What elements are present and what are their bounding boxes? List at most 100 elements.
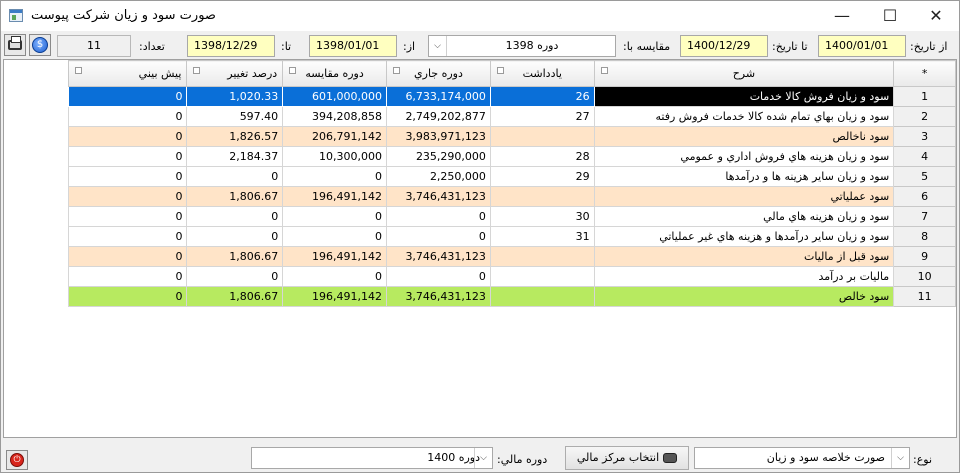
- exit-button[interactable]: ⏻: [6, 450, 28, 470]
- column-header-forecast[interactable]: پيش بيني: [67, 60, 188, 87]
- cell-forecast[interactable]: 0: [67, 86, 188, 107]
- table-row[interactable]: 0 1,826.57 206,791,142 3,983,971,123 سود ناخ…: [67, 126, 956, 147]
- table-row[interactable]: 0 597.40 394,208,858 2,749,202,877 27 سود و ز…: [67, 106, 956, 127]
- cell-change[interactable]: 0: [186, 206, 284, 227]
- cell-compare[interactable]: 601,000,000: [282, 86, 388, 107]
- row-number[interactable]: 3: [893, 126, 956, 147]
- cell-compare[interactable]: 394,208,858: [282, 106, 388, 127]
- cell-forecast[interactable]: 0: [67, 166, 188, 187]
- chevron-down-icon[interactable]: ⌵: [474, 448, 492, 468]
- column-header-change[interactable]: درصد تغيير: [186, 60, 284, 87]
- cell-desc[interactable]: سود ناخالص: [593, 126, 895, 147]
- row-number[interactable]: 5: [893, 166, 956, 187]
- cell-current[interactable]: 2,250,000: [386, 166, 491, 187]
- cell-forecast[interactable]: 0: [67, 286, 188, 307]
- table-row[interactable]: 0 1,806.67 196,491,142 3,746,431,123 سود قبل…: [67, 246, 956, 267]
- table-row[interactable]: 0 0 0 0 ماليات بر درآمد 10: [67, 266, 956, 287]
- cell-change[interactable]: 0: [186, 226, 284, 247]
- cell-change[interactable]: 1,826.57: [186, 126, 284, 147]
- cell-current[interactable]: 2,749,202,877: [386, 106, 491, 127]
- row-number[interactable]: 2: [893, 106, 956, 127]
- row-number[interactable]: 10: [893, 266, 956, 287]
- cell-note[interactable]: [489, 266, 595, 287]
- row-number[interactable]: 8: [893, 226, 956, 247]
- column-checkbox[interactable]: [289, 67, 297, 74]
- cell-note[interactable]: 27: [489, 106, 595, 127]
- table-row[interactable]: 0 0 0 0 31 سود و زيان ساير درآمدها و هزينه ها…: [67, 226, 956, 247]
- report-type-select[interactable]: صورت خلاصه سود و زيان ⌵: [694, 447, 910, 469]
- cell-desc[interactable]: سود عملياتي: [593, 186, 895, 207]
- cell-compare[interactable]: 0: [282, 266, 388, 287]
- cell-desc[interactable]: سود و زيان ساير درآمدها و هزينه هاي غير …: [593, 226, 895, 247]
- cell-compare[interactable]: 0: [282, 166, 388, 187]
- cell-change[interactable]: 1,020.33: [186, 86, 284, 107]
- cell-desc[interactable]: سود و زيان فروش كالا خدمات: [593, 86, 895, 107]
- row-number[interactable]: 1: [893, 86, 956, 107]
- cell-change[interactable]: 597.40: [186, 106, 284, 127]
- cell-compare[interactable]: 0: [282, 206, 388, 227]
- cell-change[interactable]: 2,184.37: [186, 146, 284, 167]
- cell-note[interactable]: 31: [489, 226, 595, 247]
- cell-forecast[interactable]: 0: [67, 206, 188, 227]
- cell-current[interactable]: 235,290,000: [386, 146, 491, 167]
- cell-change[interactable]: 1,806.67: [186, 246, 284, 267]
- cell-compare[interactable]: 196,491,142: [282, 286, 388, 307]
- cell-desc[interactable]: ماليات بر درآمد: [593, 266, 895, 287]
- cell-note[interactable]: [489, 246, 595, 267]
- table-row[interactable]: 0 1,020.33 601,000,000 6,733,174,000 26 سود و…: [67, 86, 956, 107]
- cell-compare[interactable]: 0: [282, 226, 388, 247]
- cell-change[interactable]: 1,806.67: [186, 186, 284, 207]
- cell-compare[interactable]: 196,491,142: [282, 186, 388, 207]
- cell-desc[interactable]: سود و زيان هزينه هاي مالي: [593, 206, 895, 227]
- column-header-note[interactable]: يادداشت: [489, 60, 595, 87]
- column-checkbox[interactable]: [393, 67, 401, 74]
- cell-compare[interactable]: 10,300,000: [282, 146, 388, 167]
- cell-forecast[interactable]: 0: [67, 146, 188, 167]
- cell-change[interactable]: 1,806.67: [186, 286, 284, 307]
- column-checkbox[interactable]: [496, 67, 504, 74]
- cell-desc[interactable]: سود و زيان ساير هزينه ها و درآمدها: [593, 166, 895, 187]
- to-date-input[interactable]: 1400/12/29: [680, 35, 768, 57]
- cell-change[interactable]: 0: [186, 266, 284, 287]
- chevron-down-icon[interactable]: ⌵: [429, 36, 447, 56]
- cell-note[interactable]: [489, 286, 595, 307]
- cell-note[interactable]: 29: [489, 166, 595, 187]
- maximize-button[interactable]: ☐: [867, 1, 913, 31]
- cell-current[interactable]: 6,733,174,000: [386, 86, 491, 107]
- column-checkbox[interactable]: [193, 67, 201, 74]
- cell-note[interactable]: [489, 186, 595, 207]
- cell-desc[interactable]: سود و زيان بهاي تمام شده كالا خدمات فروش…: [593, 106, 895, 127]
- cell-forecast[interactable]: 0: [67, 246, 188, 267]
- table-row[interactable]: 0 1,806.67 196,491,142 3,746,431,123 سود عمل…: [67, 186, 956, 207]
- cell-forecast[interactable]: 0: [67, 226, 188, 247]
- row-number[interactable]: 11: [893, 286, 956, 307]
- cell-current[interactable]: 3,983,971,123: [386, 126, 491, 147]
- column-checkbox[interactable]: [600, 67, 608, 74]
- row-number[interactable]: 6: [893, 186, 956, 207]
- row-number[interactable]: 7: [893, 206, 956, 227]
- row-number-header[interactable]: *: [893, 60, 956, 87]
- cell-current[interactable]: 3,746,431,123: [386, 246, 491, 267]
- cell-change[interactable]: 0: [186, 166, 284, 187]
- cell-note[interactable]: 26: [489, 86, 595, 107]
- table-row[interactable]: 0 2,184.37 10,300,000 235,290,000 28 سود و زي…: [67, 146, 956, 167]
- column-header-desc[interactable]: شرح: [593, 60, 895, 87]
- cell-note[interactable]: 30: [489, 206, 595, 227]
- compare-period-select[interactable]: دوره 1398 ⌵: [428, 35, 616, 57]
- cell-desc[interactable]: سود و زيان هزينه هاي فروش اداري و عمومي: [593, 146, 895, 167]
- cell-forecast[interactable]: 0: [67, 106, 188, 127]
- fiscal-period-select[interactable]: دوره 1400 ⌵: [251, 447, 493, 469]
- select-cost-center-button[interactable]: انتخاب مركز مالي: [565, 446, 689, 470]
- minimize-button[interactable]: —: [819, 1, 865, 31]
- row-number[interactable]: 4: [893, 146, 956, 167]
- cell-current[interactable]: 3,746,431,123: [386, 286, 491, 307]
- cell-current[interactable]: 3,746,431,123: [386, 186, 491, 207]
- column-header-current[interactable]: دوره جاري: [386, 60, 491, 87]
- compare-to-date-input[interactable]: 1398/12/29: [187, 35, 275, 57]
- cell-current[interactable]: 0: [386, 226, 491, 247]
- currency-button[interactable]: $: [29, 34, 51, 56]
- table-row[interactable]: 0 0 0 0 30 سود و زيان هزينه هاي مالي 7: [67, 206, 956, 227]
- cell-note[interactable]: 28: [489, 146, 595, 167]
- cell-forecast[interactable]: 0: [67, 266, 188, 287]
- column-checkbox[interactable]: [75, 67, 82, 74]
